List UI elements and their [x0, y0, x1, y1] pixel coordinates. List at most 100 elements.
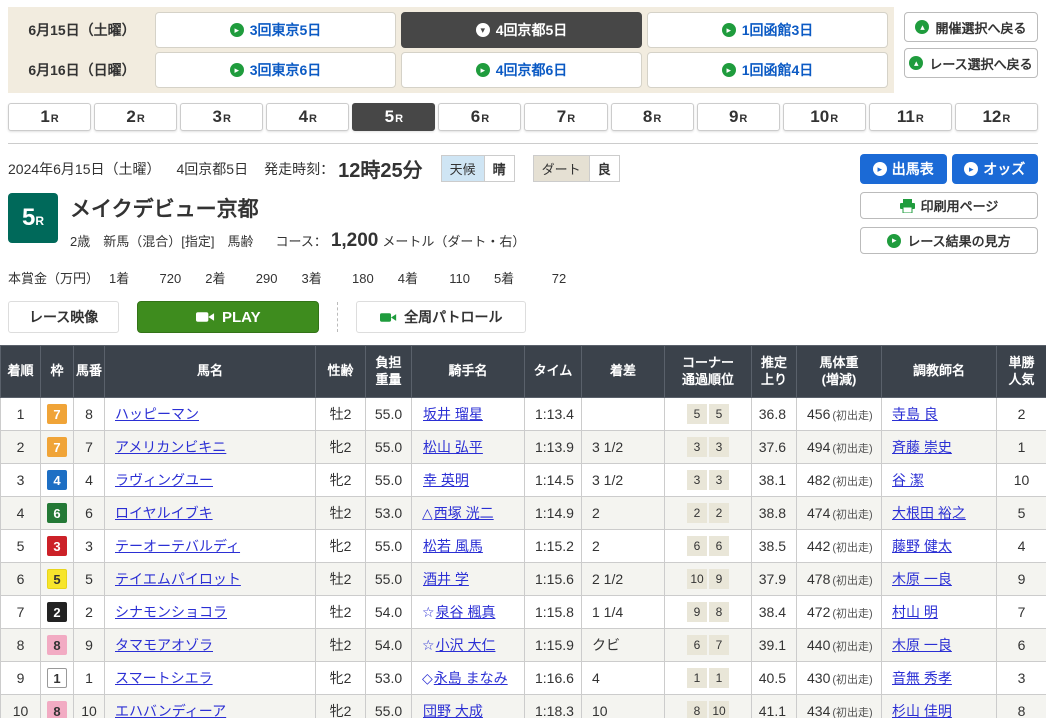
corner-positions: 55: [665, 398, 752, 431]
jockey-link[interactable]: 団野 大成: [423, 703, 483, 718]
jockey-link[interactable]: 泉谷 楓真: [436, 604, 496, 620]
margin: 4: [582, 662, 665, 695]
race-tab-8r[interactable]: 8R: [611, 103, 694, 131]
meeting-button[interactable]: ▸4回京都6日: [401, 52, 642, 88]
horse-name-link[interactable]: テイエムパイロット: [115, 571, 241, 587]
race-tab-number: 3: [212, 107, 221, 127]
race-tab-6r[interactable]: 6R: [438, 103, 521, 131]
bracket-cell: 3: [41, 530, 74, 563]
race-tab-10r[interactable]: 10R: [783, 103, 866, 131]
prize-rank: 1着: [109, 268, 129, 287]
start-time-value: 12時25分: [338, 154, 423, 183]
trainer-link[interactable]: 谷 潔: [892, 472, 924, 488]
meeting-button[interactable]: ▸1回函館4日: [647, 52, 888, 88]
trainer-cell: 藤野 健太: [882, 530, 997, 563]
trainer-link[interactable]: 藤野 健太: [892, 538, 952, 554]
trainer-link[interactable]: 斉藤 崇史: [892, 439, 952, 455]
print-page-button[interactable]: 印刷用ページ: [860, 192, 1038, 219]
jockey-link[interactable]: 坂井 瑠星: [423, 406, 483, 422]
entries-button[interactable]: ▸ 出馬表: [860, 154, 947, 184]
date-label: 6月15日（土曜）: [14, 12, 150, 48]
trainer-link[interactable]: 村山 明: [892, 604, 938, 620]
meeting-button[interactable]: ▸3回東京5日: [155, 12, 396, 48]
race-number-r: R: [35, 214, 44, 228]
horse-weight: 494: [807, 439, 830, 455]
horse-name-link[interactable]: タマモアオゾラ: [115, 637, 213, 653]
margin: 2 1/2: [582, 563, 665, 596]
horse-weight-cell: 442(初出走): [797, 530, 882, 563]
track-condition-tag: ダート 良: [533, 155, 620, 182]
jockey-link[interactable]: 永島 まなみ: [434, 670, 508, 686]
jockey-link[interactable]: 松若 風馬: [423, 538, 483, 554]
horse-name-link[interactable]: ラヴィングユー: [115, 472, 213, 488]
meeting-button[interactable]: ▸1回函館3日: [647, 12, 888, 48]
prize-items: 1着7202着2903着1804着1105着72: [109, 268, 580, 287]
win-popularity: 6: [997, 629, 1046, 662]
column-header: 馬番: [74, 346, 105, 398]
back-to-meeting-select-button[interactable]: ▴開催選択へ戻る: [904, 12, 1038, 42]
sex-age: 牡2: [316, 398, 366, 431]
horse-weight-note: (初出走): [832, 641, 872, 653]
finish-time: 1:13.9: [525, 431, 582, 464]
race-tab-3r[interactable]: 3R: [180, 103, 263, 131]
odds-button[interactable]: ▸ オッズ: [952, 154, 1039, 184]
meeting-button-label: 3回東京5日: [250, 20, 322, 40]
horse-weight: 472: [807, 604, 830, 620]
result-row: 10810エハバンディーア牝255.0団野 大成1:18.31081041.14…: [1, 695, 1046, 718]
date-label: 6月16日（日曜）: [14, 52, 150, 88]
jockey-prefix: ☆: [422, 637, 435, 653]
race-tab-1r[interactable]: 1R: [8, 103, 91, 131]
play-button[interactable]: PLAY: [137, 301, 319, 333]
meeting-button[interactable]: ▸3回東京6日: [155, 52, 396, 88]
race-tab-12r[interactable]: 12R: [955, 103, 1038, 131]
jockey-link[interactable]: 松山 弘平: [423, 439, 483, 455]
jockey-link[interactable]: 酒井 学: [423, 571, 469, 587]
jockey-link[interactable]: 西塚 洸二: [434, 505, 494, 521]
margin: 10: [582, 695, 665, 718]
race-tab-r: R: [223, 113, 231, 125]
horse-name-link[interactable]: エハバンディーア: [115, 703, 226, 718]
back-to-race-select-button[interactable]: ▴レース選択へ戻る: [904, 48, 1038, 78]
results-table-body: 178ハッピーマン牡255.0坂井 瑠星1:13.45536.8456(初出走)…: [1, 398, 1046, 718]
column-header: 単勝 人気: [997, 346, 1046, 398]
trainer-link[interactable]: 木原 一良: [892, 571, 952, 587]
horse-name-link[interactable]: スマートシエラ: [115, 670, 213, 686]
trainer-cell: 村山 明: [882, 596, 997, 629]
horse-weight-note: (初出走): [832, 509, 872, 521]
sex-age: 牡2: [316, 596, 366, 629]
finish-position: 7: [1, 596, 41, 629]
race-tab-2r[interactable]: 2R: [94, 103, 177, 131]
finish-position: 4: [1, 497, 41, 530]
race-tab-9r[interactable]: 9R: [697, 103, 780, 131]
race-tab-number: 1: [40, 107, 49, 127]
meeting-button[interactable]: ▾4回京都5日: [401, 12, 642, 48]
carried-weight: 55.0: [366, 563, 412, 596]
race-tab-r: R: [1002, 113, 1010, 125]
corner-position-box: 7: [709, 635, 729, 655]
trainer-link[interactable]: 寺島 良: [892, 406, 938, 422]
result-row: 344ラヴィングユー牝255.0幸 英明1:14.53 1/23338.1482…: [1, 464, 1046, 497]
race-tab-4r[interactable]: 4R: [266, 103, 349, 131]
horse-name-link[interactable]: ハッピーマン: [115, 406, 199, 422]
finish-position: 5: [1, 530, 41, 563]
trainer-link[interactable]: 大根田 裕之: [892, 505, 966, 521]
race-side-actions: ▸ 出馬表 ▸ オッズ 印刷用ページ ▸ レース結果の見方: [860, 154, 1038, 287]
margin: [582, 398, 665, 431]
win-popularity: 4: [997, 530, 1046, 563]
column-header: タイム: [525, 346, 582, 398]
race-tab-5r[interactable]: 5R: [352, 103, 435, 131]
jockey-link[interactable]: 小沢 大仁: [436, 637, 496, 653]
horse-name-link[interactable]: ロイヤルイブキ: [115, 505, 213, 521]
trainer-link[interactable]: 音無 秀孝: [892, 670, 952, 686]
trainer-link[interactable]: 杉山 佳明: [892, 703, 952, 718]
horse-name-link[interactable]: テーオーテバルディ: [115, 538, 240, 554]
race-tab-7r[interactable]: 7R: [524, 103, 607, 131]
patrol-video-button[interactable]: 全周パトロール: [356, 301, 526, 333]
results-guide-button[interactable]: ▸ レース結果の見方: [860, 227, 1038, 254]
trainer-link[interactable]: 木原 一良: [892, 637, 952, 653]
race-tab-11r[interactable]: 11R: [869, 103, 952, 131]
horse-name-link[interactable]: アメリカンビキニ: [115, 439, 226, 455]
horse-name-link[interactable]: シナモンショコラ: [115, 604, 227, 620]
sex-age: 牡2: [316, 629, 366, 662]
jockey-link[interactable]: 幸 英明: [423, 472, 469, 488]
